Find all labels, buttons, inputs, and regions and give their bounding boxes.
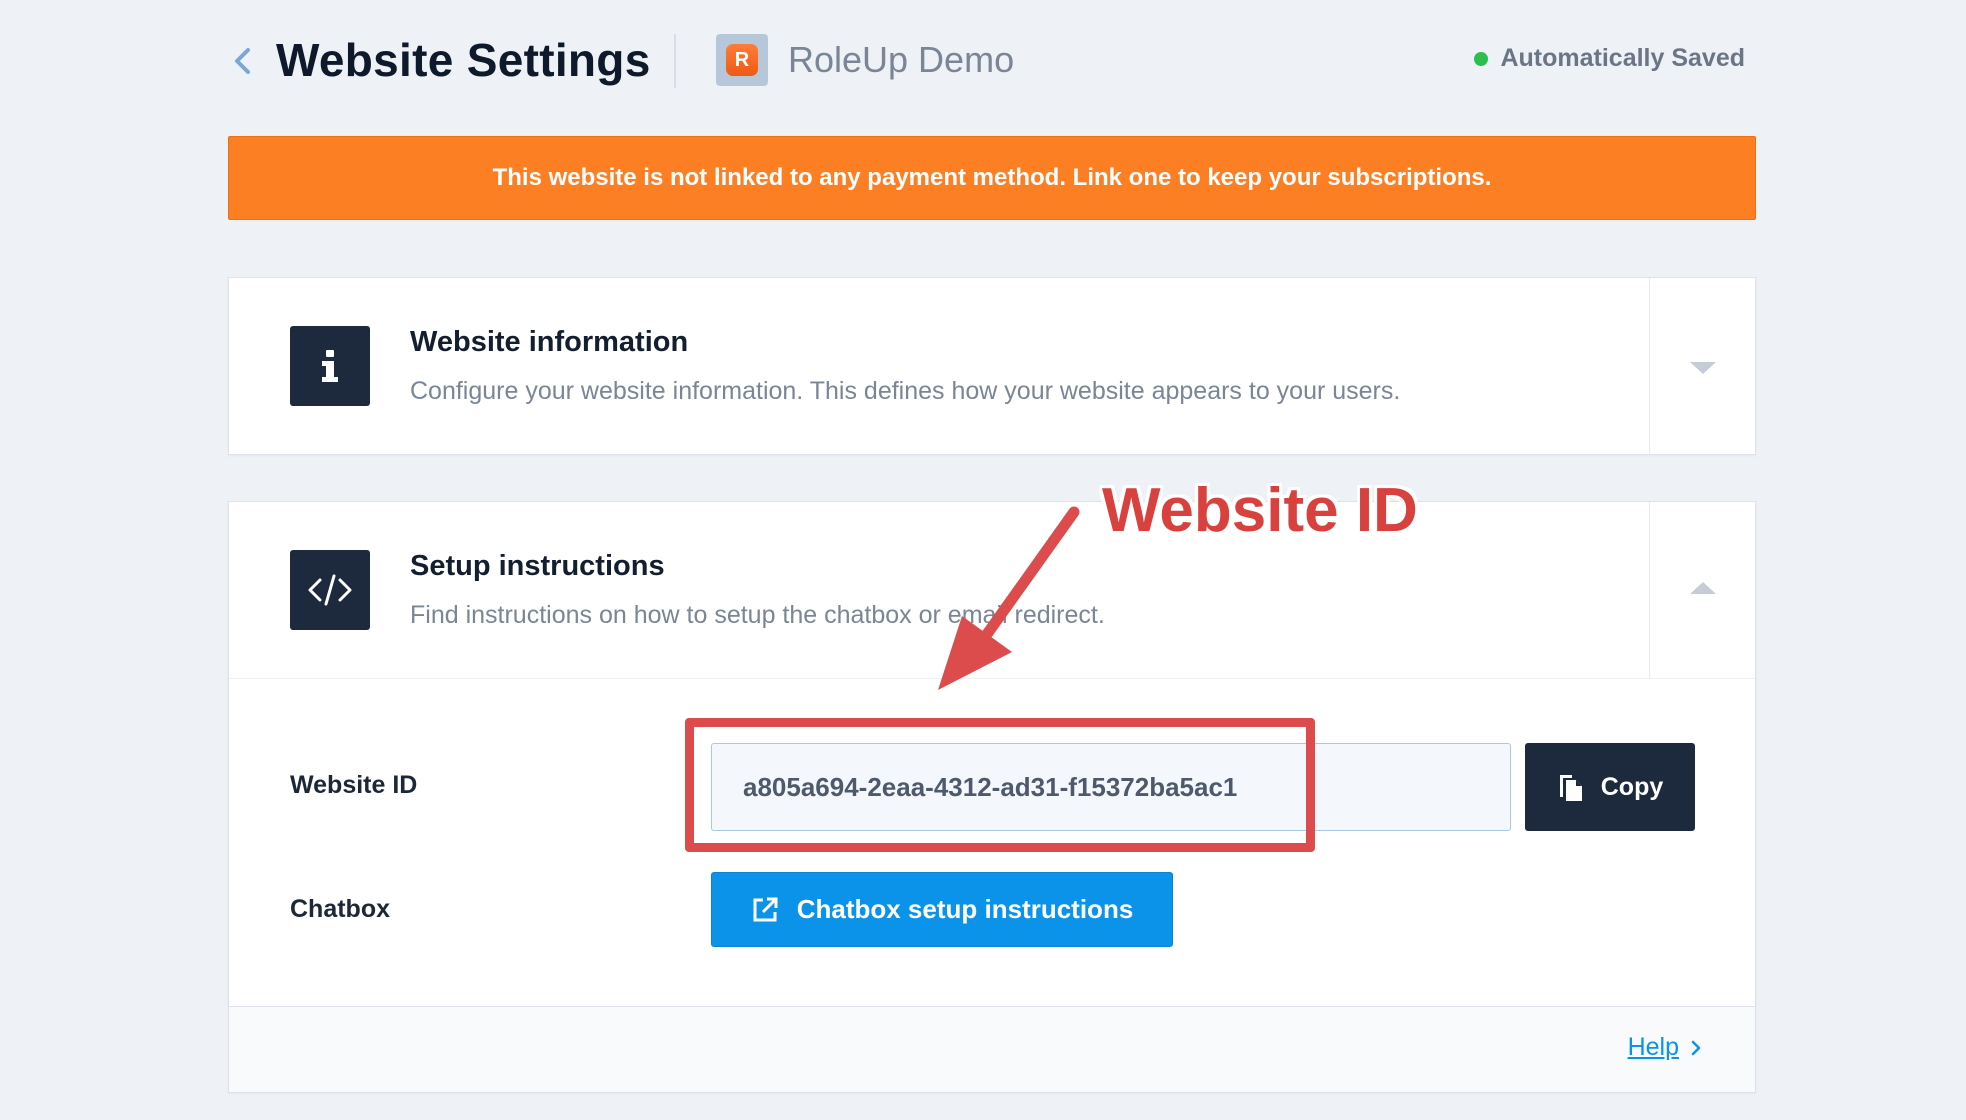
collapse-toggle[interactable] [1649,502,1755,678]
chevron-up-icon [1690,582,1716,594]
chevron-down-icon [1690,362,1716,374]
site-logo: R [716,34,768,86]
help-label: Help [1627,1033,1679,1061]
website-id-label: Website ID [290,771,418,799]
header-divider [674,34,676,88]
section-description: Find instructions on how to setup the ch… [410,601,1105,629]
code-icon [290,550,370,630]
copy-button[interactable]: Copy [1525,743,1695,831]
external-link-icon [753,897,778,921]
page-header: Website Settings R RoleUp Demo Automatic… [228,28,1748,94]
setup-body: Website ID Copy Chatbox Chatbox setup in… [229,678,1755,1008]
save-status: Automatically Saved [1474,44,1745,73]
payment-warning-banner[interactable]: This website is not linked to any paymen… [228,136,1756,220]
annotation-label: Website ID [1102,476,1418,545]
section-header[interactable]: Setup instructions Find instructions on … [229,502,1649,678]
copy-icon [1559,775,1582,801]
site-logo-letter: R [726,44,758,76]
info-icon [290,326,370,406]
chatbox-label: Chatbox [290,895,390,923]
copy-label: Copy [1600,772,1664,801]
help-link[interactable]: Help [1628,1033,1703,1062]
site-name: RoleUp Demo [788,39,1015,80]
page-title: Website Settings [276,34,651,86]
website-information-section: Website information Configure your websi… [228,277,1756,455]
save-status-text: Automatically Saved [1500,44,1745,72]
section-description: Configure your website information. This… [410,377,1401,405]
expand-toggle[interactable] [1649,278,1755,454]
banner-text: This website is not linked to any paymen… [492,164,1492,191]
section-title: Setup instructions [410,550,665,582]
chevron-left-icon[interactable] [228,46,258,76]
website-id-field[interactable] [711,743,1511,831]
chatbox-setup-button[interactable]: Chatbox setup instructions [711,872,1173,947]
chevron-right-icon [1691,1040,1701,1055]
setup-instructions-section: Setup instructions Find instructions on … [228,501,1756,1093]
status-dot-icon [1474,51,1489,66]
chatbox-button-label: Chatbox setup instructions [796,894,1134,924]
section-header[interactable]: Website information Configure your websi… [229,278,1649,454]
section-footer: Help [229,1006,1755,1092]
section-title: Website information [410,326,689,358]
